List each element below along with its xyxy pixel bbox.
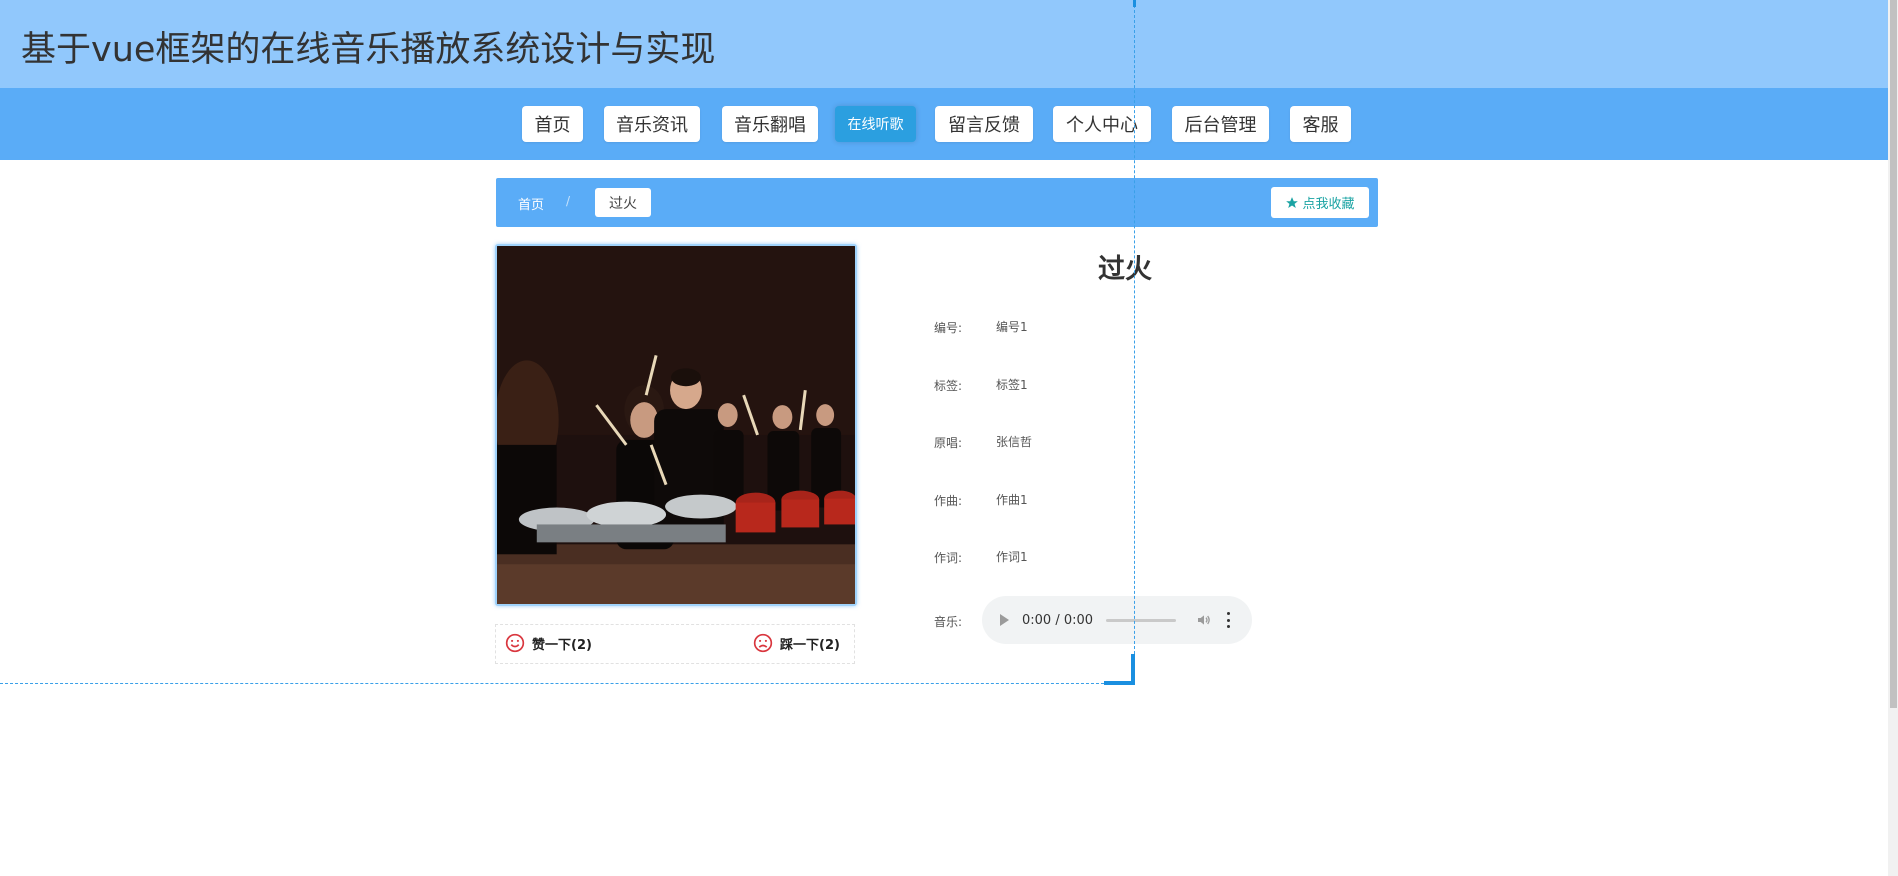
song-cover-image bbox=[495, 244, 857, 606]
more-options-icon[interactable] bbox=[1226, 612, 1230, 628]
breadcrumb: 首页 / 过火 点我收藏 bbox=[496, 178, 1378, 227]
main-nav: 首页 音乐资讯 音乐翻唱 在线听歌 留言反馈 个人中心 后台管理 客服 bbox=[0, 88, 1888, 160]
nav-item-music-covers[interactable]: 音乐翻唱 bbox=[722, 106, 818, 142]
nav-item-online-listening[interactable]: 在线听歌 bbox=[835, 106, 916, 142]
volume-icon[interactable] bbox=[1196, 612, 1212, 628]
favorite-label: 点我收藏 bbox=[1302, 197, 1355, 212]
field-label-composer: 作曲: bbox=[934, 494, 963, 508]
field-label-lyricist: 作词: bbox=[934, 551, 963, 565]
field-label-tag: 标签: bbox=[934, 379, 963, 393]
field-value-composer: 作曲1 bbox=[996, 493, 1028, 507]
nav-item-customer-service[interactable]: 客服 bbox=[1290, 106, 1351, 142]
music-label: 音乐: bbox=[934, 615, 963, 629]
dislike-label: 踩一下(2) bbox=[780, 637, 840, 653]
field-value-original-singer: 张信哲 bbox=[996, 435, 1033, 449]
smile-icon bbox=[505, 633, 525, 653]
field-value-lyricist: 作词1 bbox=[996, 550, 1028, 564]
audio-player[interactable]: 0:00 / 0:00 bbox=[982, 596, 1252, 644]
page: 基于vue框架的在线音乐播放系统设计与实现 首页 音乐资讯 音乐翻唱 在线听歌 … bbox=[0, 0, 1898, 876]
site-title: 基于vue框架的在线音乐播放系统设计与实现 bbox=[21, 30, 716, 70]
nav-item-personal-center[interactable]: 个人中心 bbox=[1053, 106, 1151, 142]
guide-corner-marker-horizontal bbox=[1104, 681, 1135, 685]
frown-icon bbox=[753, 633, 773, 653]
song-title: 过火 bbox=[1098, 254, 1152, 285]
favorite-button[interactable]: 点我收藏 bbox=[1271, 187, 1369, 218]
nav-item-feedback[interactable]: 留言反馈 bbox=[935, 106, 1033, 142]
vote-row: 赞一下(2) 踩一下(2) bbox=[495, 624, 855, 664]
field-label-original-singer: 原唱: bbox=[934, 436, 963, 450]
breadcrumb-home[interactable]: 首页 bbox=[518, 194, 544, 213]
scrollbar-thumb[interactable] bbox=[1890, 0, 1897, 708]
guide-line-horizontal bbox=[0, 683, 1134, 684]
star-icon bbox=[1286, 196, 1299, 208]
guide-marker-top bbox=[1133, 0, 1136, 7]
play-icon[interactable] bbox=[1000, 614, 1009, 626]
like-label: 赞一下(2) bbox=[532, 637, 592, 653]
field-value-number: 编号1 bbox=[996, 320, 1028, 334]
audio-time: 0:00 / 0:00 bbox=[1022, 612, 1094, 628]
field-value-tag: 标签1 bbox=[996, 378, 1028, 392]
dislike-button[interactable]: 踩一下(2) bbox=[753, 633, 840, 653]
breadcrumb-separator: / bbox=[566, 194, 571, 208]
nav-item-home[interactable]: 首页 bbox=[522, 106, 583, 142]
site-header: 基于vue框架的在线音乐播放系统设计与实现 bbox=[0, 0, 1888, 88]
like-button[interactable]: 赞一下(2) bbox=[505, 633, 592, 653]
audio-progress-track[interactable] bbox=[1106, 618, 1177, 622]
guide-line-vertical bbox=[1134, 0, 1135, 684]
nav-item-admin[interactable]: 后台管理 bbox=[1172, 106, 1269, 142]
breadcrumb-current: 过火 bbox=[595, 188, 651, 217]
field-label-number: 编号: bbox=[934, 321, 963, 335]
nav-item-music-news[interactable]: 音乐资讯 bbox=[604, 106, 700, 142]
